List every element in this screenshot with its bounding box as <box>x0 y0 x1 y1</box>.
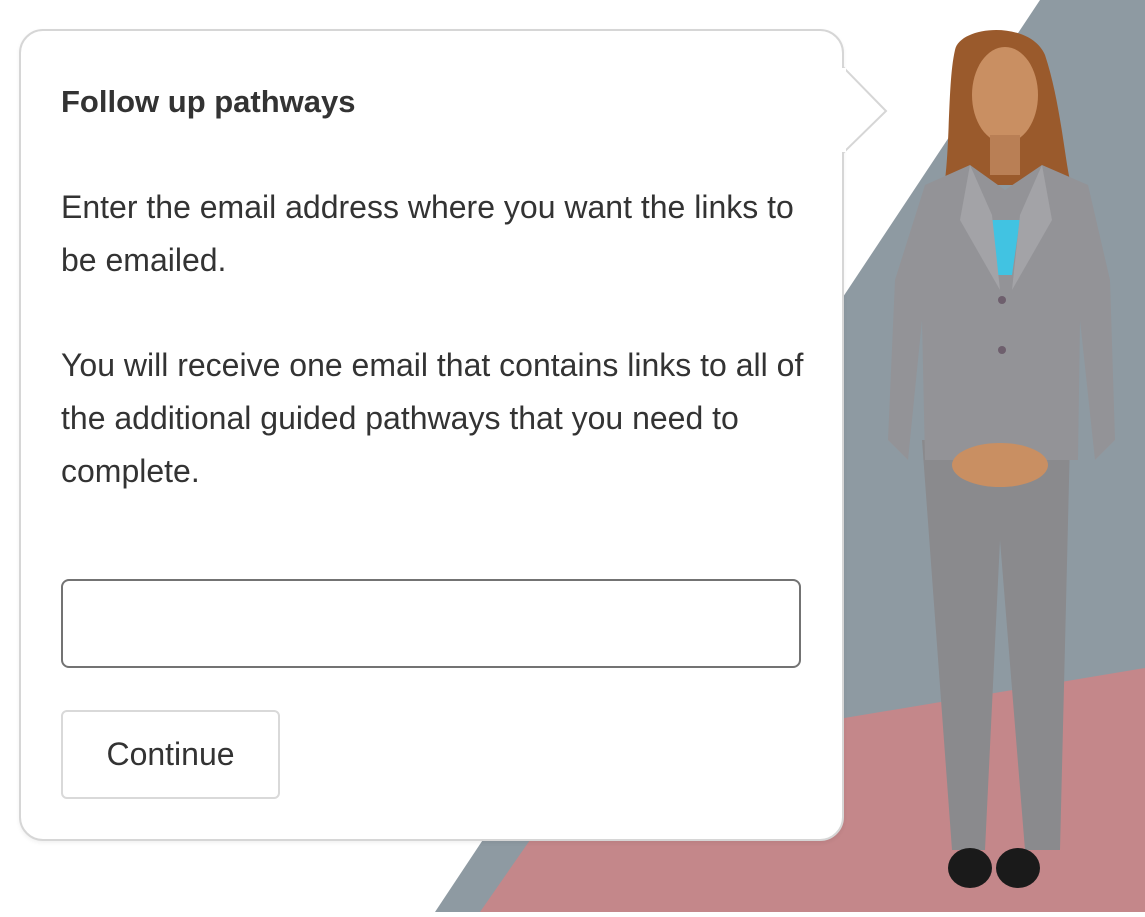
presenter-avatar <box>888 30 1115 888</box>
jacket-shape <box>888 165 1115 460</box>
hands-shape <box>952 443 1048 487</box>
instruction-text: Enter the email address where you want t… <box>61 189 794 278</box>
jacket-button-lower <box>998 346 1006 354</box>
neck-shape <box>990 135 1020 175</box>
jacket-button-upper <box>998 296 1006 304</box>
left-shoe-shape <box>948 848 992 888</box>
info-text: You will receive one email that contains… <box>61 347 804 489</box>
speech-bubble-tail <box>842 66 888 156</box>
right-shoe-shape <box>996 848 1040 888</box>
trousers-shape <box>922 440 1070 850</box>
dialog-title: Follow up pathways <box>61 84 356 119</box>
email-input[interactable] <box>61 579 801 668</box>
continue-button[interactable]: Continue <box>61 710 280 799</box>
face-shape <box>972 47 1038 143</box>
